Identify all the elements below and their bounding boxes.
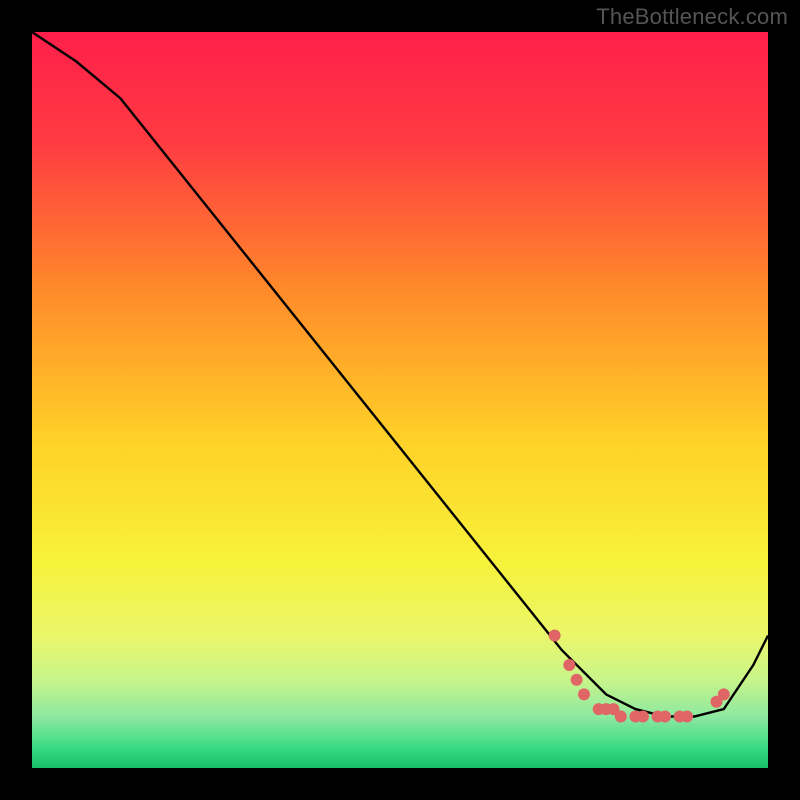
marker-point <box>571 674 583 686</box>
watermark-text: TheBottleneck.com <box>596 4 788 30</box>
marker-point <box>563 659 575 671</box>
marker-point <box>659 711 671 723</box>
gradient-background <box>32 32 768 768</box>
marker-point <box>615 711 627 723</box>
marker-point <box>578 688 590 700</box>
plot-area <box>32 32 768 768</box>
marker-point <box>549 630 561 642</box>
chart-frame: TheBottleneck.com <box>0 0 800 800</box>
marker-point <box>718 688 730 700</box>
marker-point <box>637 711 649 723</box>
marker-point <box>681 711 693 723</box>
chart-svg <box>32 32 768 768</box>
